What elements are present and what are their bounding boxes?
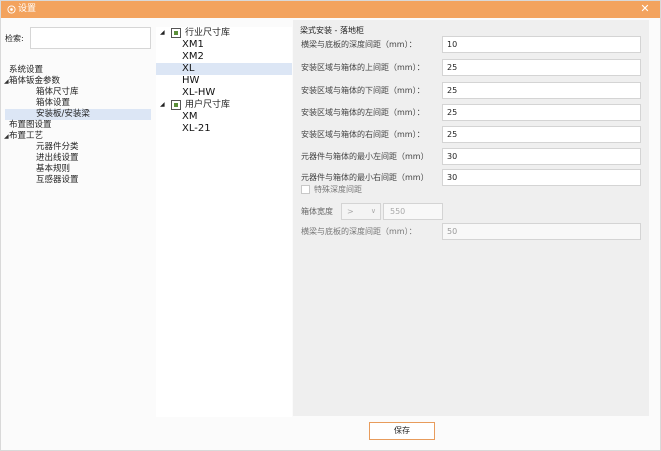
field-input[interactable]: 30 — [442, 169, 641, 186]
nav-item[interactable]: 元器件分类 — [5, 142, 151, 153]
search-label: 检索: — [5, 34, 24, 43]
save-button[interactable]: 保存 — [369, 422, 435, 440]
field-label: 安装区域与箱体的下间距（mm）： — [301, 86, 425, 95]
field-input[interactable]: 10 — [442, 36, 641, 53]
tree-node-industry-library[interactable]: ◢ 行业尺寸库 — [156, 27, 292, 39]
library-item[interactable]: XM1 — [156, 39, 292, 51]
nav-item-label: 布置图设置 — [9, 120, 52, 130]
operator-select[interactable]: > ∨ — [341, 203, 381, 220]
library-item[interactable]: XL-HW — [156, 87, 292, 99]
nav-item-label: 进出线设置 — [36, 153, 79, 163]
nav-item[interactable]: ◢ 箱体钣金参数 — [4, 76, 151, 87]
form-row: 安装区域与箱体的上间距（mm）： 25 — [301, 59, 641, 77]
form-pane: 梁式安装 - 落地柜 横梁与底板的深度间距（mm）： 10 安装区域与箱体的上间距（… — [293, 20, 649, 416]
nav-item[interactable]: 布置图设置 — [5, 120, 151, 131]
field-input[interactable]: 30 — [442, 148, 641, 165]
settings-window: 设置 ✕ 检索: 系统设置 ◢ 箱体钣金参数 箱体尺寸库 箱体设置 安装板/安装梁 布置图设… — [0, 0, 661, 451]
field-label: 安装区域与箱体的上间距（mm）： — [301, 63, 425, 72]
nav-item-label: 箱体设置 — [36, 98, 71, 108]
tree-node-label: 用户尺寸库 — [185, 100, 231, 110]
form-row: 安装区域与箱体的右间距（mm）： 25 — [301, 126, 641, 144]
special-depth-row: 横梁与底板的深度间距（mm）： 50 — [301, 223, 641, 241]
left-pane: 检索: 系统设置 ◢ 箱体钣金参数 箱体尺寸库 箱体设置 安装板/安装梁 布置图设置 ◢ 布置工… — [4, 23, 151, 447]
title-bar[interactable]: 设置 ✕ — [1, 1, 660, 18]
operator-value: > — [347, 207, 354, 216]
search-input[interactable] — [30, 27, 151, 49]
field-label: 元器件与箱体的最小左间距（mm） — [301, 152, 429, 161]
field-input[interactable]: 25 — [442, 59, 641, 76]
field-label: 元器件与箱体的最小右间距（mm） — [301, 173, 429, 182]
nav-item[interactable]: 进出线设置 — [5, 153, 151, 164]
nav-item-label: 安装板/安装梁 — [36, 109, 90, 119]
library-item[interactable]: XL-21 — [156, 123, 292, 135]
expand-arrow-icon[interactable]: ◢ — [160, 99, 165, 111]
nav-item-label: 基本规则 — [36, 164, 71, 174]
tree-node-label: 行业尺寸库 — [185, 28, 231, 38]
nav-item-label: 互感器设置 — [36, 175, 79, 185]
special-depth-input[interactable]: 50 — [442, 223, 641, 240]
nav-item[interactable]: 系统设置 — [5, 65, 151, 76]
size-library-tree: ◢ 行业尺寸库 XM1 XM2 XL HW XL-HW ◢ 用户尺寸库 XM XL-21 — [156, 27, 292, 417]
box-width-input[interactable]: 550 — [383, 203, 443, 220]
expand-arrow-icon[interactable]: ◢ — [4, 131, 9, 142]
library-item[interactable]: XM — [156, 111, 292, 123]
field-label: 横梁与底板的深度间距（mm）： — [301, 40, 417, 49]
nav-item[interactable]: 箱体尺寸库 — [5, 87, 151, 98]
expand-arrow-icon[interactable]: ◢ — [4, 76, 9, 87]
form-row: 横梁与底板的深度间距（mm）： 10 — [301, 36, 641, 54]
nav-item-label: 系统设置 — [9, 65, 44, 75]
section-title: 梁式安装 - 落地柜 — [300, 26, 364, 35]
industry-library-items: XM1 XM2 XL HW XL-HW — [156, 39, 292, 99]
nav-item-label: 布置工艺 — [9, 131, 44, 141]
user-library-items: XM XL-21 — [156, 111, 292, 135]
form-row: 安装区域与箱体的左间距（mm）： 25 — [301, 104, 641, 122]
nav-item-label: 元器件分类 — [36, 142, 79, 152]
field-label: 安装区域与箱体的右间距（mm）： — [301, 130, 425, 139]
box-width-label: 箱体宽度 — [301, 207, 333, 216]
library-item[interactable]: HW — [156, 75, 292, 87]
nav-item-label: 箱体钣金参数 — [9, 76, 61, 86]
nav-item[interactable]: ◢ 布置工艺 — [4, 131, 151, 142]
library-icon — [171, 28, 181, 38]
chevron-down-icon: ∨ — [370, 207, 376, 215]
nav-item-label: 箱体尺寸库 — [36, 87, 79, 97]
library-item[interactable]: XM2 — [156, 51, 292, 63]
settings-icon — [7, 5, 16, 14]
special-depth-label: 特殊深度间距 — [314, 185, 362, 194]
field-input[interactable]: 25 — [442, 104, 641, 121]
field-input[interactable]: 25 — [442, 82, 641, 99]
settings-nav-tree: 系统设置 ◢ 箱体钣金参数 箱体尺寸库 箱体设置 安装板/安装梁 布置图设置 ◢ 布置工艺 元器件… — [4, 65, 151, 186]
nav-item[interactable]: 基本规则 — [5, 164, 151, 175]
nav-item[interactable]: 互感器设置 — [5, 175, 151, 186]
nav-item[interactable]: 安装板/安装梁 — [5, 109, 151, 120]
nav-item[interactable]: 箱体设置 — [5, 98, 151, 109]
field-input[interactable]: 25 — [442, 126, 641, 143]
close-icon[interactable]: ✕ — [638, 2, 652, 16]
form-row: 元器件与箱体的最小左间距（mm） 30 — [301, 148, 641, 166]
box-width-row: 箱体宽度 > ∨ 550 — [301, 203, 451, 221]
field-label: 安装区域与箱体的左间距（mm）： — [301, 108, 425, 117]
library-item[interactable]: XL — [156, 63, 292, 75]
library-icon — [171, 100, 181, 110]
field-label: 横梁与底板的深度间距（mm）： — [301, 227, 417, 236]
tree-node-user-library[interactable]: ◢ 用户尺寸库 — [156, 99, 292, 111]
expand-arrow-icon[interactable]: ◢ — [160, 27, 165, 39]
special-depth-checkbox[interactable] — [301, 185, 310, 194]
form-row: 安装区域与箱体的下间距（mm）： 25 — [301, 82, 641, 100]
window-title: 设置 — [18, 4, 37, 14]
